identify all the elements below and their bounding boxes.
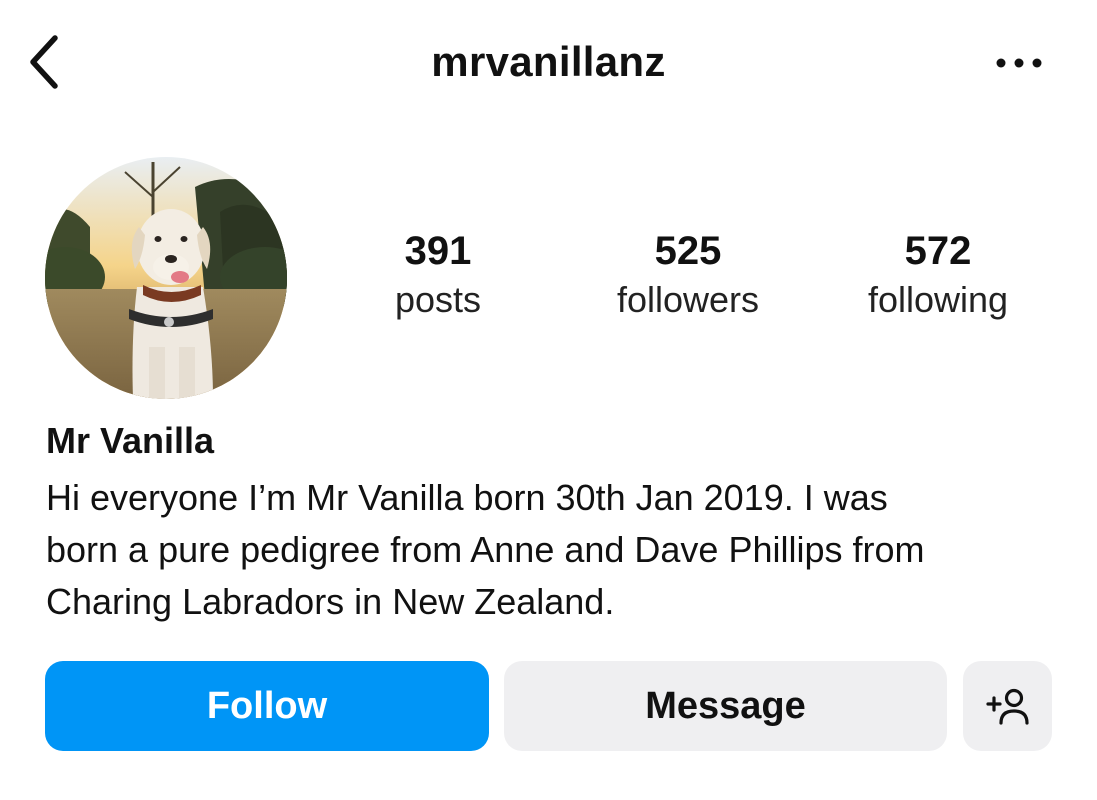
bio-line: Hi everyone I’m Mr Vanilla born 30th Jan… bbox=[46, 477, 888, 518]
following-label: following bbox=[867, 279, 1009, 320]
bio: Hi everyone I’m Mr Vanilla born 30th Jan… bbox=[46, 472, 1056, 628]
bio-line: born a pure pedigree from Anne and Dave … bbox=[46, 529, 925, 570]
posts-count: 391 bbox=[404, 229, 472, 273]
header: mrvanillanz bbox=[0, 0, 1097, 125]
profile-page: mrvanillanz 391 posts 525 followers 572 … bbox=[0, 0, 1097, 800]
more-horizontal-icon bbox=[996, 58, 1042, 68]
display-name: Mr Vanilla bbox=[46, 420, 215, 461]
more-options-button[interactable] bbox=[988, 40, 1050, 86]
following-count: 572 bbox=[904, 229, 972, 273]
profile-photo bbox=[45, 157, 287, 399]
following-stat[interactable]: 572 following bbox=[828, 225, 1048, 323]
back-button[interactable] bbox=[18, 30, 68, 94]
avatar[interactable] bbox=[45, 157, 287, 399]
suggested-accounts-button[interactable] bbox=[963, 661, 1052, 751]
followers-count: 525 bbox=[654, 229, 722, 273]
posts-label: posts bbox=[394, 279, 482, 320]
message-button[interactable]: Message bbox=[504, 661, 947, 751]
bio-line: Charing Labradors in New Zealand. bbox=[46, 581, 615, 622]
followers-stat[interactable]: 525 followers bbox=[578, 225, 798, 323]
page-title: mrvanillanz bbox=[431, 38, 666, 85]
followers-label: followers bbox=[616, 279, 760, 320]
posts-stat[interactable]: 391 posts bbox=[328, 225, 548, 323]
follow-button[interactable]: Follow bbox=[45, 661, 489, 751]
chevron-left-icon bbox=[30, 35, 58, 89]
add-person-icon bbox=[985, 688, 1029, 725]
